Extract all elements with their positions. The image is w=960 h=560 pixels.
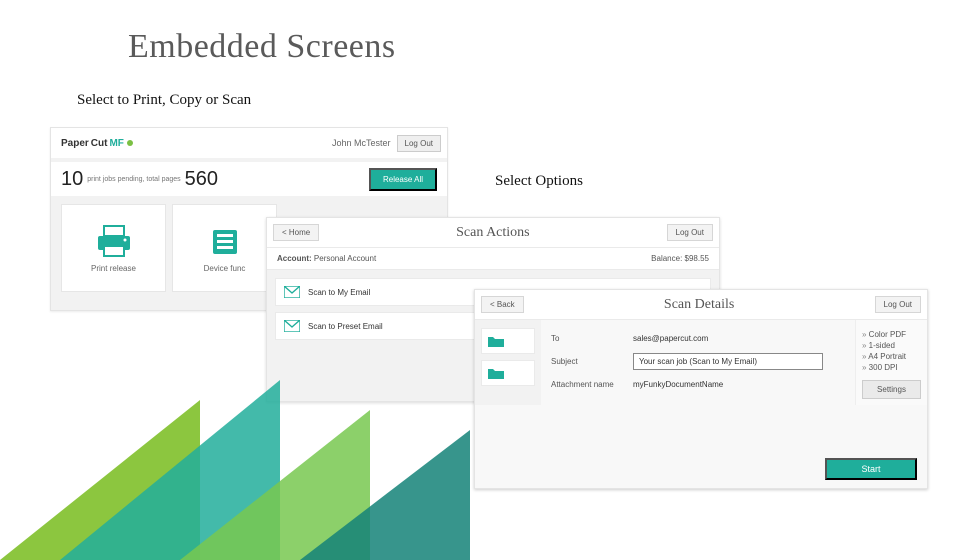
folder-icon xyxy=(488,335,504,347)
folder-tile[interactable] xyxy=(481,360,535,386)
attachment-label: Attachment name xyxy=(551,380,633,389)
settings-button[interactable]: Settings xyxy=(862,380,921,399)
logout-button[interactable]: Log Out xyxy=(397,135,441,152)
to-value: sales@papercut.com xyxy=(633,334,708,343)
scan-actions-title: Scan Actions xyxy=(456,225,530,241)
printer-icon xyxy=(92,224,136,258)
copier-icon xyxy=(203,224,247,258)
balance-value: $98.55 xyxy=(685,254,709,263)
device-func-label: Device func xyxy=(204,264,246,273)
to-label: To xyxy=(551,334,633,343)
output-option: A4 Portrait xyxy=(862,352,921,361)
leaf-icon xyxy=(126,139,134,147)
release-all-button[interactable]: Release All xyxy=(369,168,437,191)
current-user: John McTester xyxy=(332,138,391,148)
account-value: Personal Account xyxy=(314,254,376,263)
envelope-icon xyxy=(284,286,300,298)
logout-button[interactable]: Log Out xyxy=(667,224,713,241)
account-key: Account: xyxy=(277,254,312,263)
scan-to-my-email-label: Scan to My Email xyxy=(308,288,370,297)
page-title: Embedded Screens xyxy=(128,28,396,66)
logout-button[interactable]: Log Out xyxy=(875,296,921,313)
subject-input[interactable] xyxy=(633,353,823,370)
panel-scan-details: < Back Scan Details Log Out To sales@pap… xyxy=(474,289,928,489)
jobs-label: print jobs pending, total pages xyxy=(87,176,180,183)
folder-icon xyxy=(488,367,504,379)
folder-tile[interactable] xyxy=(481,328,535,354)
decorative-triangle xyxy=(300,430,470,560)
attachment-value: myFunkyDocumentName xyxy=(633,380,723,389)
caption-select-action: Select to Print, Copy or Scan xyxy=(77,92,251,109)
back-button[interactable]: < Back xyxy=(481,296,524,313)
home-button[interactable]: < Home xyxy=(273,224,319,241)
start-button[interactable]: Start xyxy=(825,458,917,480)
output-option: 300 DPI xyxy=(862,363,921,372)
print-release-label: Print release xyxy=(91,264,136,273)
papercut-logo: PaperCutMF xyxy=(61,138,134,149)
pages-count: 560 xyxy=(185,168,218,191)
output-option: Color PDF xyxy=(862,330,921,339)
output-option: 1-sided xyxy=(862,341,921,350)
jobs-count: 10 xyxy=(61,168,83,191)
print-release-card[interactable]: Print release xyxy=(61,204,166,292)
balance-key: Balance: xyxy=(651,254,682,263)
device-functions-card[interactable]: Device func xyxy=(172,204,277,292)
scan-details-title: Scan Details xyxy=(664,297,734,313)
caption-select-options: Select Options xyxy=(495,173,583,190)
envelope-icon xyxy=(284,320,300,332)
scan-to-preset-email-label: Scan to Preset Email xyxy=(308,322,383,331)
subject-label: Subject xyxy=(551,357,633,366)
